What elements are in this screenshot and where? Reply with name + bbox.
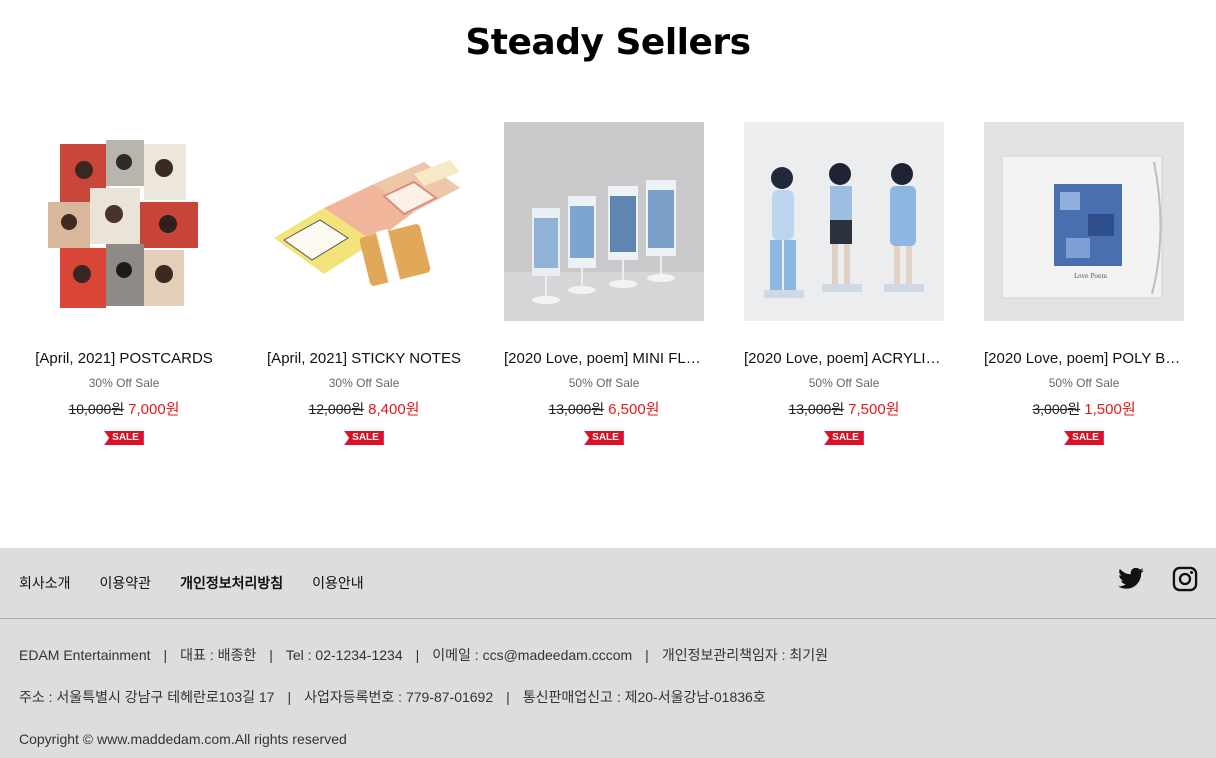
sale-price: 1,500원 — [1084, 401, 1136, 418]
social-links — [1117, 565, 1199, 593]
footer-link-terms[interactable]: 이용약관 — [100, 575, 152, 591]
sale-badge: SALE — [584, 431, 624, 445]
sale-badge: SALE — [344, 431, 384, 445]
product-price: 10,000원 7,000원 — [68, 401, 179, 418]
email-info: 이메일 : ccs@madeedam.cccom — [432, 647, 633, 663]
product-image[interactable] — [24, 122, 224, 321]
product-image[interactable] — [744, 122, 944, 321]
sale-price: 6,500원 — [608, 401, 660, 418]
copyright: Copyright © www.maddedam.com.All rights … — [19, 731, 347, 747]
original-price: 3,000원 — [1032, 401, 1081, 417]
product-sale-text: 50% Off Sale — [568, 376, 640, 390]
original-price: 13,000원 — [548, 401, 605, 417]
product-name[interactable]: [2020 Love, poem] ACRYLIC ... — [744, 350, 944, 368]
ceo-info: 대표 : 배종한 — [180, 647, 257, 663]
product-price: 13,000원 7,500원 — [788, 401, 899, 418]
separator: | — [415, 647, 420, 663]
product-sale-text: 30% Off Sale — [88, 376, 160, 390]
product-sale-text: 50% Off Sale — [1048, 376, 1120, 390]
footer-info-row: EDAM Entertainment | 대표 : 배종한 | Tel : 02-123… — [19, 647, 828, 663]
sale-badge: SALE — [104, 431, 144, 445]
product-price: 3,000원 1,500원 — [1032, 401, 1135, 418]
product-card[interactable]: [April, 2021] POSTCARDS 30% Off Sale 10,… — [24, 122, 224, 445]
twitter-icon[interactable] — [1117, 565, 1145, 593]
product-name[interactable]: [April, 2021] POSTCARDS — [24, 350, 224, 368]
footer-link-privacy[interactable]: 개인정보처리방침 — [180, 575, 283, 591]
product-sale-text: 50% Off Sale — [808, 376, 880, 390]
product-name[interactable]: [2020 Love, poem] MINI FLAG — [504, 350, 704, 368]
footer: 회사소개 이용약관 개인정보처리방침 이용안내 EDAM Entertainme… — [0, 548, 1216, 758]
footer-link-guide[interactable]: 이용안내 — [312, 575, 364, 591]
tel-info: Tel : 02-1234-1234 — [285, 647, 403, 663]
section-title: Steady Sellers — [465, 22, 751, 63]
footer-divider — [0, 618, 1216, 619]
sale-badge: SALE — [1064, 431, 1104, 445]
address-info: 주소 : 서울특별시 강남구 테헤란로103길 17 — [19, 689, 275, 705]
product-image[interactable]: Love Poem — [984, 122, 1184, 321]
footer-info-row: 주소 : 서울특별시 강남구 테헤란로103길 17 | 사업자등록번호 : 779… — [19, 689, 766, 705]
product-sale-text: 30% Off Sale — [328, 376, 400, 390]
product-list: [April, 2021] POSTCARDS 30% Off Sale 10,… — [24, 122, 1200, 445]
separator: | — [645, 647, 649, 663]
instagram-icon[interactable] — [1171, 565, 1199, 593]
sale-price: 7,000원 — [128, 401, 180, 418]
product-price: 12,000원 8,400원 — [308, 401, 419, 418]
separator: | — [163, 647, 168, 663]
product-card[interactable]: [2020 Love, poem] ACRYLIC ... 50% Off Sa… — [744, 122, 944, 445]
sale-price: 8,400원 — [368, 401, 420, 418]
separator: | — [506, 689, 510, 705]
separator: | — [287, 689, 292, 705]
separator: | — [269, 647, 273, 663]
product-price: 13,000원 6,500원 — [548, 401, 659, 418]
business-number-info: 사업자등록번호 : 779-87-01692 — [304, 689, 494, 705]
original-price: 12,000원 — [308, 401, 365, 417]
footer-nav: 회사소개 이용약관 개인정보처리방침 이용안내 — [19, 575, 364, 591]
product-image[interactable] — [264, 122, 464, 321]
original-price: 13,000원 — [788, 401, 845, 417]
sale-price: 7,500원 — [848, 401, 900, 418]
product-card[interactable]: Love Poem [2020 Love, poem] POLY BAG 50%… — [984, 122, 1184, 445]
product-name[interactable]: [2020 Love, poem] POLY BAG — [984, 350, 1184, 368]
product-card[interactable]: [April, 2021] STICKY NOTES 30% Off Sale … — [264, 122, 464, 445]
svg-text:Love Poem: Love Poem — [1074, 273, 1107, 280]
mail-order-info: 통신판매업신고 : 제20-서울강남-01836호 — [522, 689, 766, 705]
privacy-officer-info: 개인정보관리책임자 : 최기원 — [661, 647, 829, 663]
sale-badge: SALE — [824, 431, 864, 445]
company-name: EDAM Entertainment — [19, 647, 151, 663]
product-name[interactable]: [April, 2021] STICKY NOTES — [264, 350, 464, 368]
product-image[interactable] — [504, 122, 704, 321]
product-card[interactable]: [2020 Love, poem] MINI FLAG 50% Off Sale… — [504, 122, 704, 445]
footer-link-company[interactable]: 회사소개 — [19, 575, 71, 591]
original-price: 10,000원 — [68, 401, 125, 417]
